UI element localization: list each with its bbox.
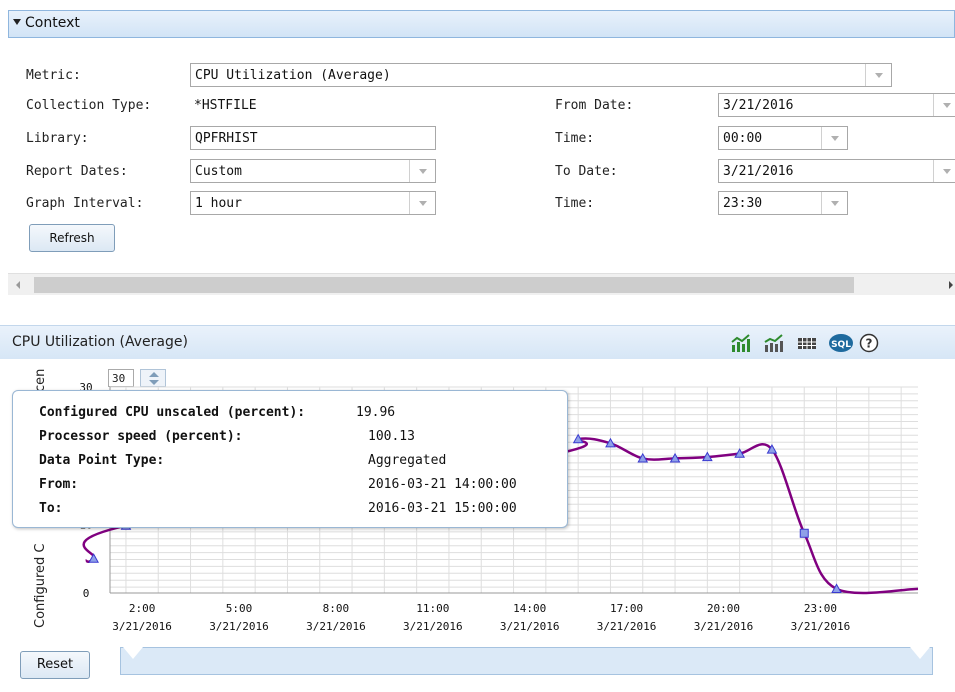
tooltip-value-configured-cpu: 19.96 <box>356 405 396 420</box>
tooltip-key-configured-cpu: Configured CPU unscaled (percent): <box>39 405 306 420</box>
x-tick-date-label: 3/21/2016 <box>694 620 754 633</box>
y-axis-label-cut: cen <box>33 369 48 392</box>
tooltip-value-from: 2016-03-21 14:00:00 <box>368 477 517 492</box>
cpu-utilization-chart: 0102030Configured Ccen2:003/21/20165:003… <box>33 369 919 633</box>
x-tick-date-label: 3/21/2016 <box>209 620 269 633</box>
tooltip-key-from: From: <box>39 477 79 492</box>
x-tick-time-label: 11:00 <box>416 602 449 615</box>
y-axis-label: Configured C <box>33 544 48 628</box>
x-tick-date-label: 3/21/2016 <box>403 620 463 633</box>
time-range-slider[interactable] <box>120 647 933 675</box>
tooltip-key-to: To: <box>39 501 63 516</box>
x-tick-date-label: 3/21/2016 <box>791 620 851 633</box>
x-tick-time-label: 17:00 <box>610 602 643 615</box>
x-tick-time-label: 14:00 <box>513 602 546 615</box>
x-tick-time-label: 8:00 <box>323 602 350 615</box>
x-tick-time-label: 5:00 <box>226 602 253 615</box>
x-tick-date-label: 3/21/2016 <box>500 620 560 633</box>
range-end-handle[interactable] <box>910 647 930 659</box>
tooltip-key-processor-speed: Processor speed (percent): <box>39 429 243 444</box>
data-point-tooltip: Configured CPU unscaled (percent): 19.96… <box>12 390 568 528</box>
x-tick-date-label: 3/21/2016 <box>112 620 172 633</box>
data-point-marker <box>88 553 99 563</box>
tooltip-value-processor-speed: 100.13 <box>368 429 415 444</box>
x-tick-date-label: 3/21/2016 <box>597 620 657 633</box>
x-tick-time-label: 2:00 <box>129 602 156 615</box>
reset-button[interactable]: Reset <box>20 651 90 679</box>
tooltip-value-data-point-type: Aggregated <box>368 453 447 468</box>
y-tick-label: 0 <box>83 587 90 600</box>
data-point-marker <box>799 528 809 538</box>
x-tick-time-label: 20:00 <box>707 602 740 615</box>
x-tick-date-label: 3/21/2016 <box>306 620 366 633</box>
tooltip-value-to: 2016-03-21 15:00:00 <box>368 501 517 516</box>
tooltip-key-data-point-type: Data Point Type: <box>39 453 165 468</box>
range-start-handle[interactable] <box>123 647 143 659</box>
x-tick-time-label: 23:00 <box>804 602 837 615</box>
